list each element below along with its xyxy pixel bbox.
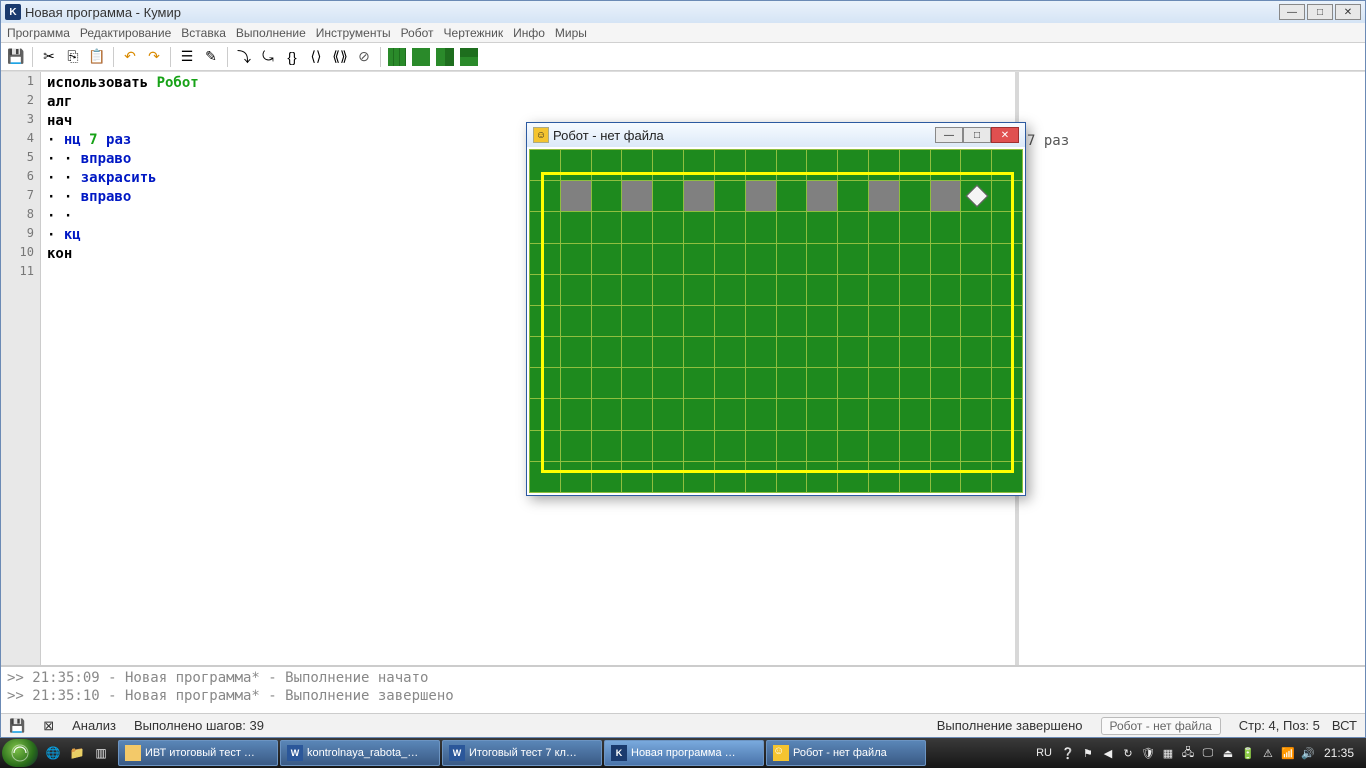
separator — [32, 47, 33, 67]
start-button[interactable] — [2, 739, 38, 767]
grid-btn[interactable] — [410, 46, 432, 68]
main-window: K Новая программа - Кумир — □ ✕ Программ… — [0, 0, 1366, 738]
margin-panel: 7 раз — [1015, 72, 1365, 665]
robot-maximize-button[interactable]: □ — [963, 127, 991, 143]
cut-icon[interactable]: ✂ — [38, 46, 60, 68]
system-tray: RU ❔ ⚑ ◀ ↻ 🛡 ▦ 🖧 🖵 ⏏ 🔋 ⚠ 📶 🔊 21:35 — [1032, 745, 1364, 761]
task-item[interactable]: Wkontrolnaya_rabota_… — [280, 740, 440, 766]
brace-icon[interactable]: ⟨⟩ — [305, 46, 327, 68]
robot-window[interactable]: ☺ Робот - нет файла — □ ✕ — [526, 122, 1026, 496]
robot-minimize-button[interactable]: — — [935, 127, 963, 143]
grid-btn[interactable] — [458, 46, 480, 68]
app-icon: K — [5, 4, 21, 20]
robot-titlebar[interactable]: ☺ Робот - нет файла — □ ✕ — [527, 123, 1025, 147]
task-items: ИВТ итоговый тест …Wkontrolnaya_rabota_…… — [118, 740, 928, 766]
clock[interactable]: 21:35 — [1320, 746, 1358, 760]
tray-chevron-icon[interactable]: ◀ — [1100, 745, 1116, 761]
step-into-icon[interactable]: ⤵ — [233, 46, 255, 68]
menu-инфо[interactable]: Инфо — [513, 26, 545, 40]
separator — [113, 47, 114, 67]
taskbar: 🌐 📁 ▥ ИВТ итоговый тест …Wkontrolnaya_ra… — [0, 738, 1366, 768]
status-analysis: Анализ — [72, 718, 116, 733]
tray-network-icon[interactable]: 🖧 — [1180, 745, 1196, 761]
undo-icon[interactable]: ↶ — [119, 46, 141, 68]
main-area: 1234567891011 использовать Роботалгнач· … — [1, 71, 1365, 665]
robot-status-pill[interactable]: Робот - нет файла — [1101, 717, 1221, 735]
ie-icon[interactable]: 🌐 — [42, 742, 64, 764]
titlebar[interactable]: K Новая программа - Кумир — □ ✕ — [1, 1, 1365, 23]
menubar: Программа Редактирование Вставка Выполнение… — [1, 23, 1365, 43]
menu-выполнение[interactable]: Выполнение — [236, 26, 306, 40]
copy-icon[interactable]: ⎘ — [62, 46, 84, 68]
menu-инструменты[interactable]: Инструменты — [316, 26, 391, 40]
brace-icon[interactable]: ⟪⟫ — [329, 46, 351, 68]
tray-wifi-icon[interactable]: 📶 — [1280, 745, 1296, 761]
robot-grid — [529, 149, 1023, 493]
separator — [227, 47, 228, 67]
window-title: Новая программа - Кумир — [25, 5, 181, 20]
brace-icon[interactable]: {} — [281, 46, 303, 68]
line-gutter: 1234567891011 — [1, 72, 41, 665]
window-controls: — □ ✕ — [1279, 4, 1361, 20]
robot-field[interactable] — [529, 149, 1023, 493]
robot-close-button[interactable]: ✕ — [991, 127, 1019, 143]
stop-icon[interactable]: ⊘ — [353, 46, 375, 68]
minimize-button[interactable]: — — [1279, 4, 1305, 20]
toolbar: 💾 ✂ ⎘ 📋 ↶ ↷ ☰ ✎ ⤵ ⤿ {} ⟨⟩ ⟪⟫ ⊘ — [1, 43, 1365, 71]
quick-launch: 🌐 📁 ▥ — [42, 742, 112, 764]
robot-app-icon: ☺ — [533, 127, 549, 143]
grid-btn[interactable] — [386, 46, 408, 68]
task-item[interactable]: ☺Робот - нет файла — [766, 740, 926, 766]
save-icon[interactable]: 💾 — [5, 46, 27, 68]
tray-usb-icon[interactable]: ⏏ — [1220, 745, 1236, 761]
paste-icon[interactable]: 📋 — [86, 46, 108, 68]
maximize-button[interactable]: □ — [1307, 4, 1333, 20]
rename-icon[interactable]: ✎ — [200, 46, 222, 68]
insert-mode: ВСТ — [1332, 718, 1357, 733]
close-button[interactable]: ✕ — [1335, 4, 1361, 20]
status-exec: Выполнение завершено — [937, 718, 1083, 733]
status-steps: Выполнено шагов: 39 — [134, 718, 264, 733]
tray-app-icon[interactable]: ▦ — [1160, 745, 1176, 761]
robot-title: Робот - нет файла — [553, 128, 664, 143]
discard-icon[interactable]: ⊠ — [43, 718, 54, 734]
tray-volume-icon[interactable]: 🔊 — [1300, 745, 1316, 761]
tray-display-icon[interactable]: 🖵 — [1200, 745, 1216, 761]
statusbar: 💾 ⊠ Анализ Выполнено шагов: 39 Выполнени… — [1, 713, 1365, 737]
explorer-icon[interactable]: 📁 — [66, 742, 88, 764]
separator — [170, 47, 171, 67]
menu-робот[interactable]: Робот — [401, 26, 434, 40]
grid-btn[interactable] — [434, 46, 456, 68]
redo-icon[interactable]: ↷ — [143, 46, 165, 68]
cursor-position: Стр: 4, Поз: 5 — [1239, 718, 1320, 733]
task-item[interactable]: KНовая программа … — [604, 740, 764, 766]
player-icon[interactable]: ▥ — [90, 742, 112, 764]
task-item[interactable]: WИтоговый тест 7 кл… — [442, 740, 602, 766]
robot-window-controls: — □ ✕ — [935, 127, 1019, 143]
tray-sync-icon[interactable]: ↻ — [1120, 745, 1136, 761]
tray-battery-icon[interactable]: 🔋 — [1240, 745, 1256, 761]
menu-чертежник[interactable]: Чертежник — [444, 26, 504, 40]
save-status-icon[interactable]: 💾 — [9, 718, 25, 734]
language-indicator[interactable]: RU — [1032, 747, 1056, 759]
tray-help-icon[interactable]: ❔ — [1060, 745, 1076, 761]
output-panel[interactable]: >> 21:35:09 - Новая программа* - Выполне… — [1, 665, 1365, 713]
tray-warn-icon[interactable]: ⚠ — [1260, 745, 1276, 761]
menu-программа[interactable]: Программа — [7, 26, 70, 40]
tray-flag-icon[interactable]: ⚑ — [1080, 745, 1096, 761]
separator — [380, 47, 381, 67]
menu-миры[interactable]: Миры — [555, 26, 587, 40]
tray-shield-icon[interactable]: 🛡 — [1140, 745, 1156, 761]
menu-вставка[interactable]: Вставка — [181, 26, 226, 40]
step-over-icon[interactable]: ⤿ — [257, 46, 279, 68]
menu-редактирование[interactable]: Редактирование — [80, 26, 171, 40]
list-icon[interactable]: ☰ — [176, 46, 198, 68]
task-item[interactable]: ИВТ итоговый тест … — [118, 740, 278, 766]
